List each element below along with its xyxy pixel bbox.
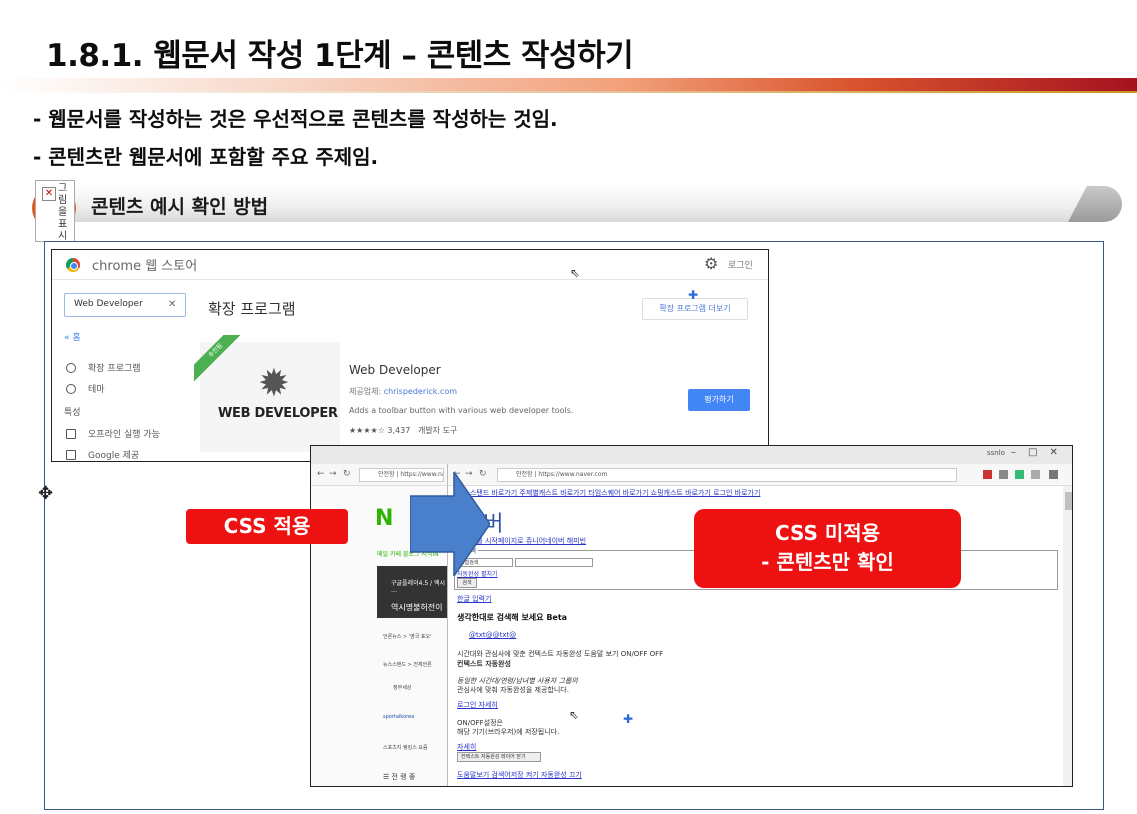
browser-user-label: ssnlo	[987, 449, 1005, 457]
move-cursor-icon: ✥	[38, 483, 54, 504]
chrome-logo-icon	[66, 258, 80, 272]
provider-link[interactable]: chrispederick.com	[384, 387, 457, 396]
filter-radio-extensions[interactable]	[66, 363, 76, 373]
title-underline-thin	[0, 91, 1137, 93]
broken-image-icon: ✕	[42, 187, 56, 201]
left-menu-icon[interactable]: ☰ 전 랭 좋	[383, 772, 415, 782]
features-label: 특성	[64, 408, 81, 418]
slide-title: 1.8.1. 웹문서 작성 1단계 – 콘텐츠 작성하기	[46, 38, 634, 74]
close-context-button[interactable]: 컨텍스트 자동완성 레이어 닫기	[457, 752, 541, 762]
filter-label-themes: 테마	[88, 385, 105, 395]
search-button[interactable]: 검색	[457, 578, 477, 588]
css-applied-label: CSS 적용	[186, 509, 348, 544]
left-item-5[interactable]: 스포츠지 랭킹스 요즘	[383, 744, 428, 751]
menu-icon[interactable]	[1049, 470, 1058, 479]
chrome-web-store-screenshot: chrome 웹 스토어 ⚙ 로그인 Web Developer ✕ « 홈 확…	[51, 249, 769, 462]
login-link[interactable]: 로그인 자세히	[457, 700, 498, 710]
bullet-1: - 웹문서를 작성하는 것은 우선적으로 콘텐츠를 작성하는 것임.	[33, 107, 558, 131]
left-item-1[interactable]: 언론뉴스 > '영국 표오'	[383, 633, 432, 640]
clear-search-icon[interactable]: ✕	[168, 299, 176, 310]
css-not-applied-line2: - 콘텐츠만 확인	[761, 550, 894, 574]
css-not-applied-label: CSS 미적용 - 콘텐츠만 확인	[694, 509, 961, 588]
rate-button[interactable]: 평가하기	[688, 389, 750, 411]
checkbox-label-google: Google 제공	[88, 451, 140, 461]
gear-icon[interactable]: ⚙	[704, 254, 718, 273]
hand-cursor-icon: ✚	[688, 288, 699, 302]
extension-icon-red[interactable]	[983, 470, 992, 479]
detail-link[interactable]: 자세히	[457, 742, 476, 752]
address-bar-right[interactable]: 안전함 | https://www.naver.com	[497, 468, 957, 482]
featured-ribbon: 추천됨	[194, 335, 254, 395]
onoff-text-2: 해당 기기(브라우저)에 저장됩니다.	[457, 728, 560, 736]
checkbox-label-offline: 오프라인 실행 가능	[88, 430, 160, 440]
css-not-applied-line1: CSS 미적용	[774, 521, 881, 545]
search-input[interactable]	[515, 558, 593, 567]
extension-rating: ★★★★☆ 3,437 개발자 도구	[349, 425, 457, 436]
rating-stars: ★★★★☆ 3,437	[349, 426, 411, 435]
left-item-4[interactable]: sportalkorea	[383, 714, 414, 720]
store-home-link[interactable]: « 홈	[64, 330, 81, 343]
hand-cursor-icon: ✚	[623, 712, 634, 726]
title-underline	[0, 78, 1137, 92]
extension-name[interactable]: Web Developer	[349, 363, 441, 377]
mouse-cursor-icon: ⇖	[569, 708, 580, 722]
context-desc-2: 관심사에 맞춰 자동완성을 제공합니다.	[457, 686, 569, 694]
extension-icon-green[interactable]	[1015, 470, 1024, 479]
window-controls[interactable]: –□✕	[1011, 447, 1070, 458]
checkbox-offline[interactable]	[66, 429, 76, 439]
filter-label-extensions: 확장 프로그램	[88, 364, 141, 374]
store-login-link[interactable]: 로그인	[728, 258, 753, 271]
section-banner-text: 콘텐츠 예시 확인 방법	[91, 196, 269, 218]
mouse-cursor-icon: ⇖	[570, 266, 581, 280]
broken-image-placeholder: ✕ 그림을 표시	[35, 180, 75, 242]
extension-icon[interactable]	[1031, 470, 1040, 479]
extension-icon-gray[interactable]	[999, 470, 1008, 479]
reload-icon[interactable]: ↻	[343, 469, 351, 479]
extension-category: 개발자 도구	[417, 426, 458, 435]
context-title: 컨텍스트 자동완성	[457, 660, 511, 668]
filter-radio-themes[interactable]	[66, 384, 76, 394]
forward-icon[interactable]: →	[329, 469, 337, 479]
left-item-2[interactable]: 뉴스스탠드 > 전체언론	[383, 661, 432, 668]
left-item-3[interactable]: 정부세상	[393, 684, 411, 691]
checkbox-google[interactable]	[66, 450, 76, 460]
extension-description: Adds a toolbar button with various web d…	[349, 406, 574, 415]
bullet-2: - 콘텐츠란 웹문서에 포함할 주요 주제임.	[33, 145, 379, 169]
think-item[interactable]: @txt@@txt@	[469, 631, 516, 639]
store-name: chrome 웹 스토어	[92, 259, 198, 274]
think-description: 시간대와 관심사에 맞춘 컨텍스트 자동완성 도움말 보기 ON/OFF OFF	[457, 650, 664, 658]
bottom-links[interactable]: 도움말보기 검색어저장 켜기 자동완성 끄기	[457, 770, 582, 780]
hangul-input-link[interactable]: 한글 입력기	[457, 594, 491, 604]
browser-tab-strip	[311, 446, 1072, 464]
think-title: 생각한대로 검색해 보세요 Beta	[457, 613, 568, 622]
web-developer-gear-icon: ✹	[258, 361, 290, 405]
naver-skip-links[interactable]: 뉴스스탠드 바로가기 주제별캐스트 바로가기 타임스퀘어 바로가기 쇼핑캐스트 …	[457, 488, 760, 498]
extension-provider: 제공업체: chrispederick.com	[349, 387, 458, 396]
broken-image-text: 그림을 표시	[58, 183, 68, 242]
naver-logo[interactable]: N	[375, 506, 393, 531]
back-icon[interactable]: ←	[317, 469, 325, 479]
arrow-right-icon	[410, 472, 490, 576]
store-section-heading: 확장 프로그램	[208, 300, 296, 318]
web-developer-logo-text: WEB DEVELOPER	[218, 406, 338, 421]
scrollbar[interactable]	[1063, 486, 1072, 786]
